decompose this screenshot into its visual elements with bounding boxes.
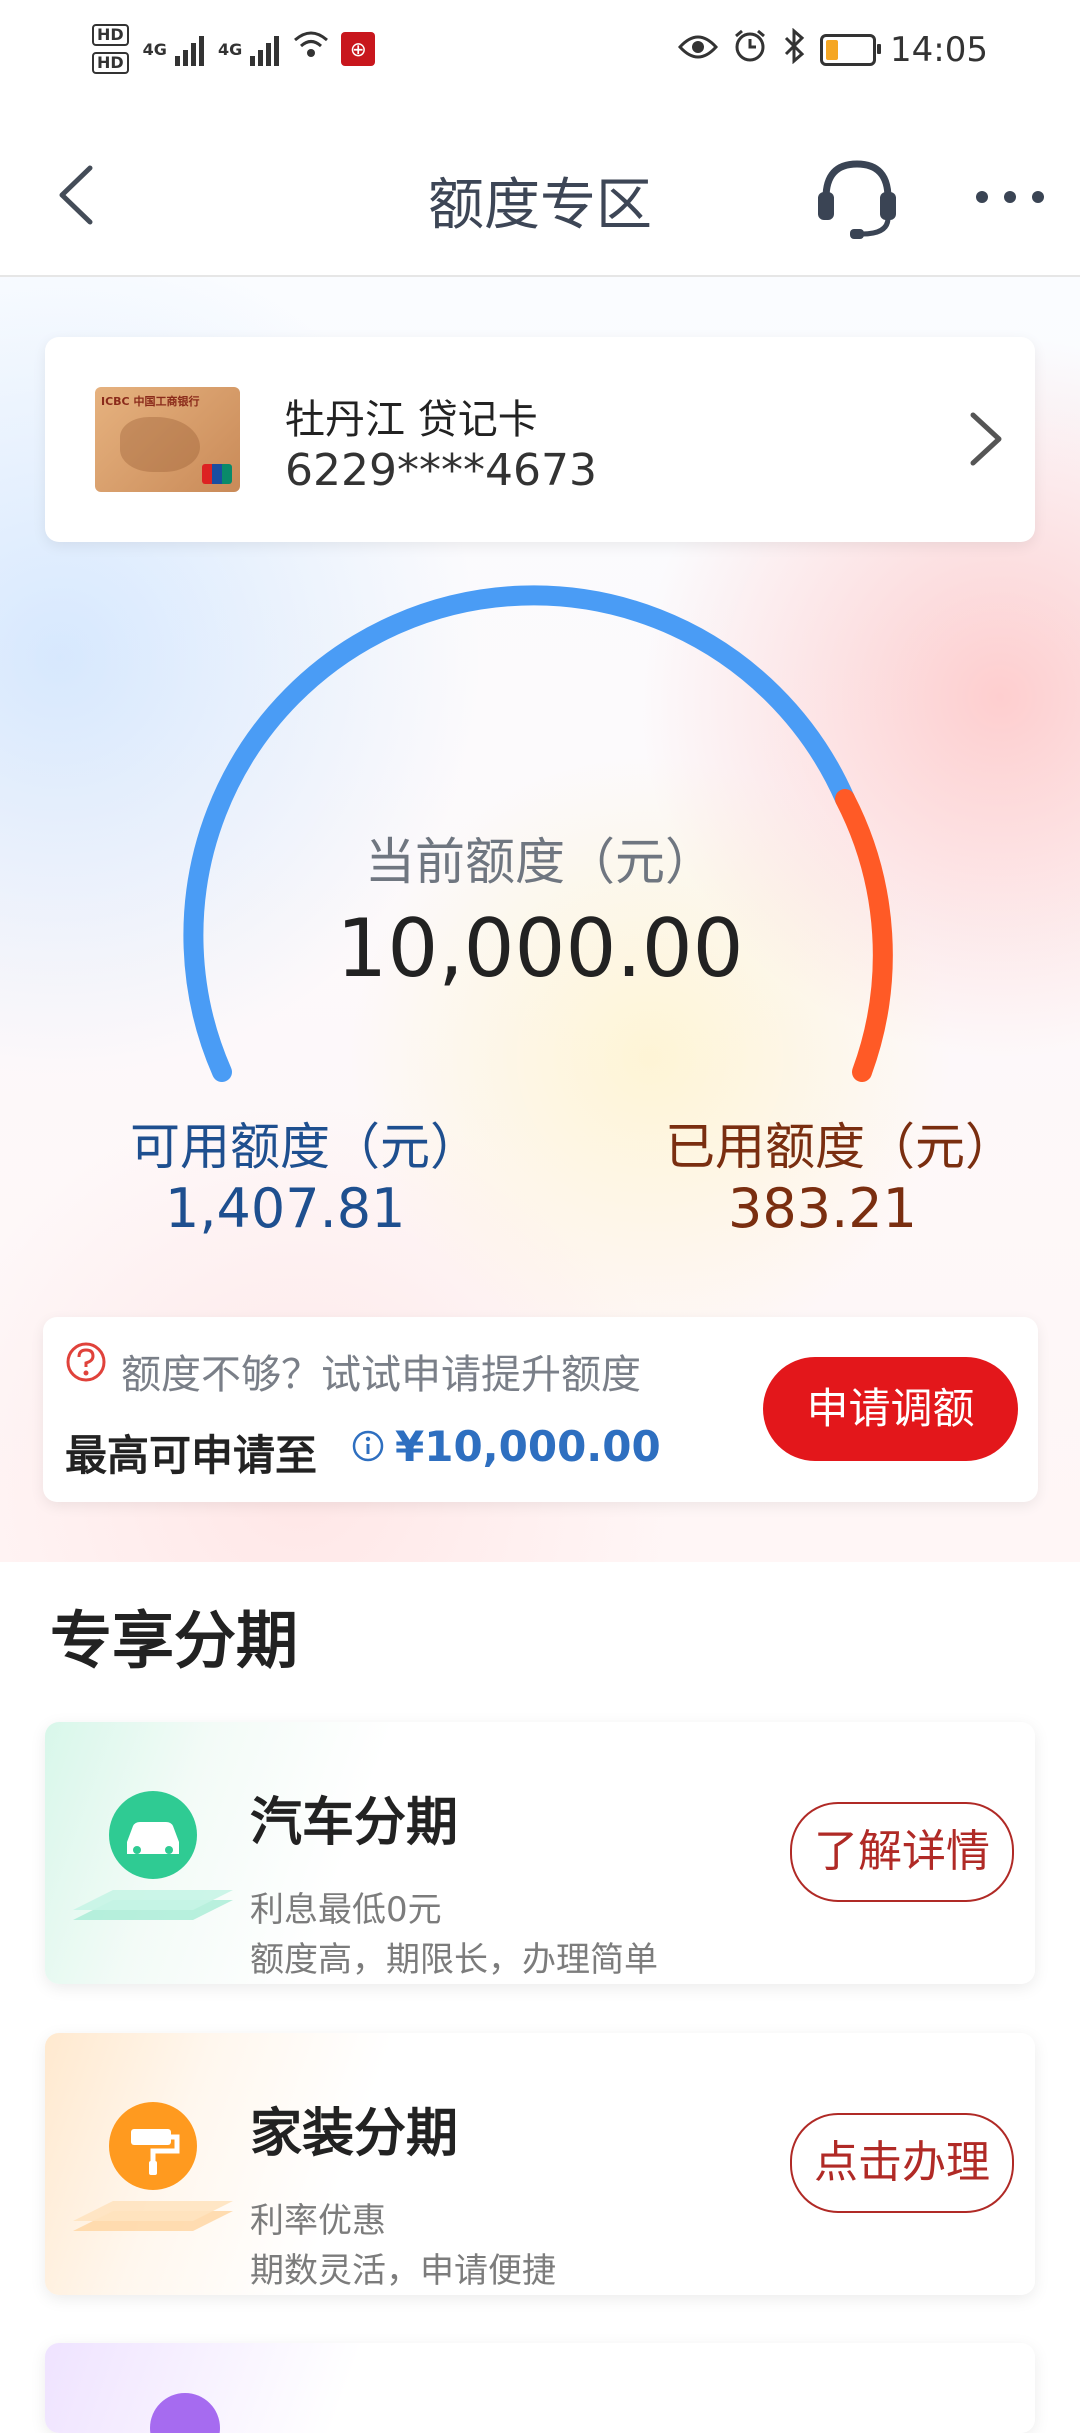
top-nav-bar: 额度专区 <box>0 110 1080 277</box>
max-limit-amount: ¥10,000.00 <box>395 1422 661 1471</box>
car-icon <box>63 1770 243 1950</box>
current-limit-value: 10,000.00 <box>336 902 744 995</box>
network-type-2: 4G <box>217 39 243 59</box>
section-title-installments: 专享分期 <box>50 1604 299 1677</box>
status-left: HD HD 4G 4G ⊕ <box>92 24 376 74</box>
installment-card-home-decor[interactable]: 家装分期 利率优惠 期数灵活，申请便捷 点击办理 <box>45 2033 1035 2295</box>
max-limit-label: 最高可申请至 <box>65 1431 318 1480</box>
installment-desc-2: 额度高，期限长，办理简单 <box>250 1940 658 1980</box>
limit-increase-prompt: 额度不够？试试申请提升额度 <box>121 1352 641 1398</box>
wifi-icon <box>293 29 329 69</box>
hd-indicators: HD HD <box>92 24 129 74</box>
status-bar: HD HD 4G 4G ⊕ 14:05 <box>0 0 1080 110</box>
hd-badge-2: HD <box>92 52 129 74</box>
bank-app-icon: ⊕ <box>341 32 376 66</box>
more-icon[interactable] <box>970 182 1050 212</box>
signal-icon-2 <box>250 32 280 66</box>
hd-badge-1: HD <box>92 24 129 46</box>
status-right: 14:05 <box>677 27 988 72</box>
limit-overview: ICBC 中国工商银行 牡丹江 贷记卡 6229****4673 当前额度（元）… <box>0 277 1080 1562</box>
headset-icon[interactable] <box>812 152 902 242</box>
signal-icon-1 <box>174 32 204 66</box>
apply-limit-adjust-button[interactable]: 申请调额 <box>763 1357 1018 1461</box>
network-type-1: 4G <box>142 39 167 59</box>
eye-icon <box>677 31 719 69</box>
available-limit-label: 可用额度（元） <box>130 1118 480 1176</box>
car-details-button[interactable]: 了解详情 <box>790 1802 1014 1902</box>
alarm-icon <box>732 28 768 72</box>
paint-roller-icon <box>63 2081 243 2261</box>
limit-increase-card: 额度不够？试试申请提升额度 最高可申请至 ¥10,000.00 申请调额 <box>43 1317 1038 1502</box>
used-limit-value: 383.21 <box>728 1177 917 1240</box>
installment-card-partial[interactable] <box>45 2343 1035 2433</box>
status-time: 14:05 <box>890 30 988 70</box>
installment-desc-2: 期数灵活，申请便捷 <box>250 2251 556 2291</box>
info-icon[interactable] <box>351 1429 385 1463</box>
available-limit-value: 1,407.81 <box>165 1177 406 1240</box>
bluetooth-icon <box>782 27 806 72</box>
installment-title: 家装分期 <box>250 2104 459 2164</box>
battery-icon <box>820 34 882 66</box>
installment-title: 汽车分期 <box>250 1793 459 1853</box>
installment-card-car[interactable]: 汽车分期 利息最低0元 额度高，期限长，办理简单 了解详情 <box>45 1722 1035 1984</box>
question-icon <box>65 1341 107 1383</box>
installment-desc-1: 利息最低0元 <box>250 1890 442 1930</box>
page-title: 额度专区 <box>428 173 652 238</box>
current-limit-label: 当前额度（元） <box>365 833 715 891</box>
installment-desc-1: 利率优惠 <box>250 2201 386 2241</box>
used-limit-label: 已用额度（元） <box>665 1118 1015 1176</box>
installment-icon-partial <box>150 2393 220 2433</box>
home-decor-apply-button[interactable]: 点击办理 <box>790 2113 1014 2213</box>
